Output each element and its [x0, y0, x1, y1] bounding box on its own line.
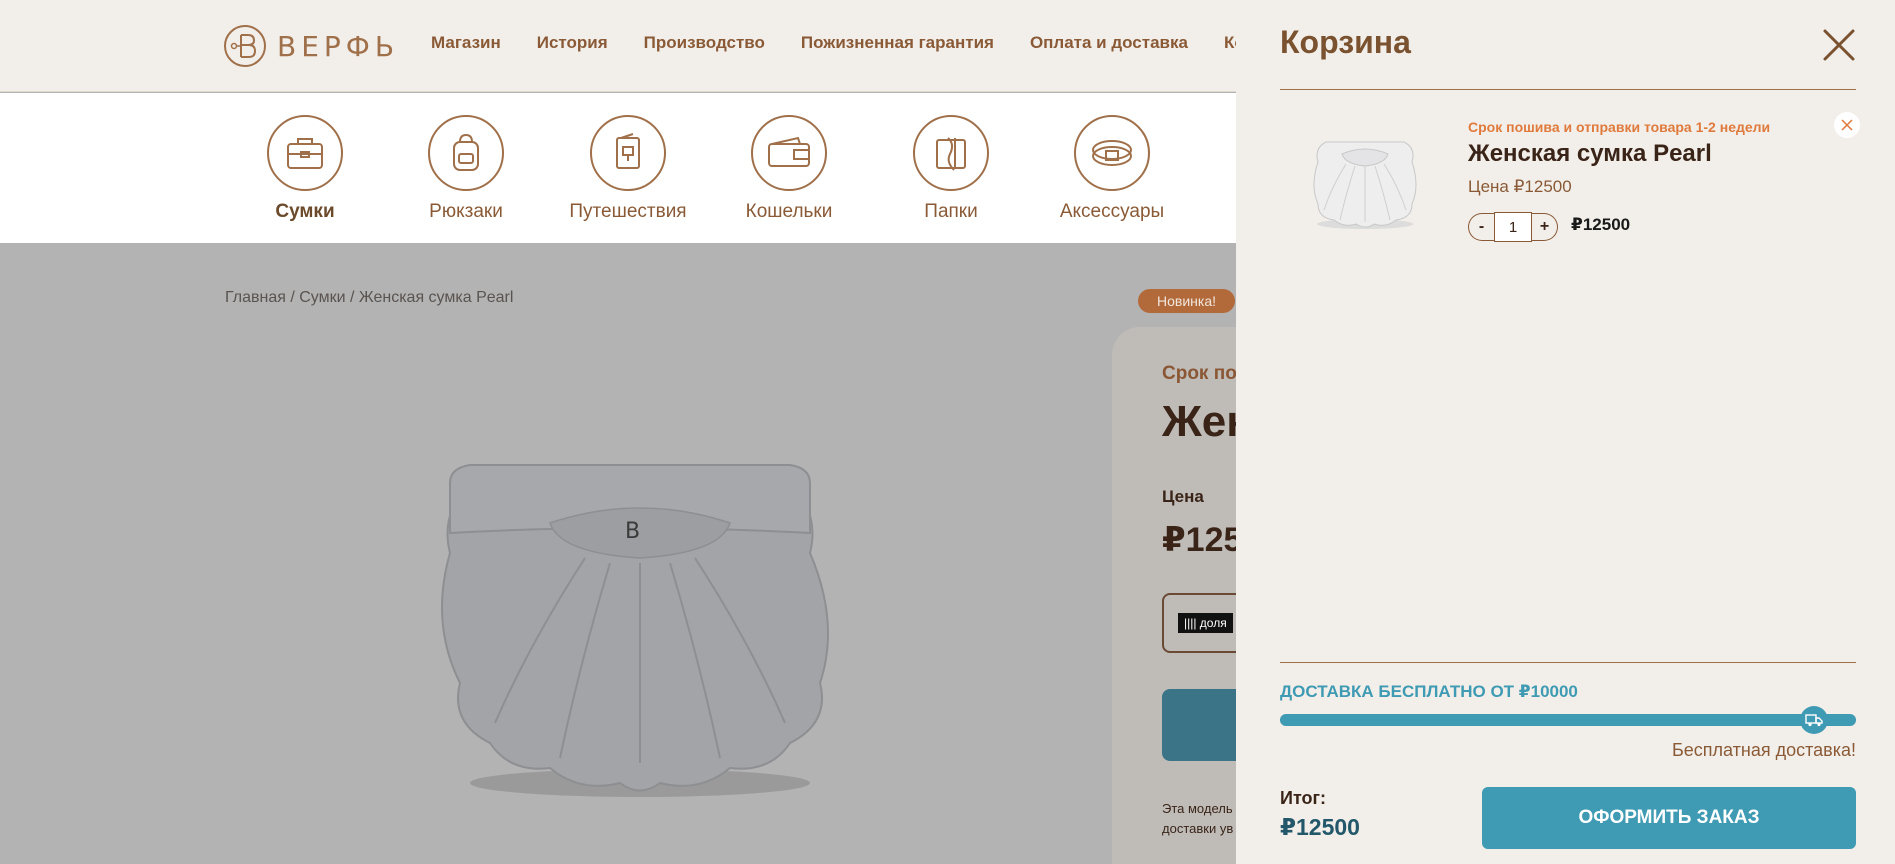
category-label: Папки [924, 201, 978, 222]
price-label: Цена [1162, 487, 1204, 506]
nav-shop[interactable]: Магазин [431, 33, 501, 53]
free-shipping-threshold: ДОСТАВКА БЕСПЛАТНО ОТ ₽10000 [1280, 682, 1578, 701]
shipping-progress-bar [1280, 714, 1856, 726]
cart-drawer: Корзина Срок пошива и отправки товара 1-… [1236, 0, 1895, 864]
product-note: Эта модель доставки ув [1162, 799, 1233, 839]
cart-item-thumbnail[interactable] [1300, 124, 1430, 234]
category-backpacks[interactable]: Рюкзаки [396, 115, 536, 223]
nav-warranty[interactable]: Пожизненная гарантия [801, 33, 994, 53]
product-image: B [441, 464, 829, 797]
quantity-stepper: - + [1468, 212, 1558, 242]
free-shipping-message: Бесплатная доставка! [1671, 740, 1856, 760]
svg-text:B: B [625, 519, 640, 544]
bag-icon [267, 115, 343, 191]
belt-icon [1074, 115, 1150, 191]
nav-history[interactable]: История [537, 33, 608, 53]
nav-production[interactable]: Производство [644, 33, 765, 53]
category-accessories[interactable]: Аксессуары [1042, 115, 1182, 223]
new-badge: Новинка! [1138, 289, 1235, 313]
cart-item-price: Цена ₽12500 [1468, 177, 1572, 196]
cart-item-name[interactable]: Женская сумка Pearl [1468, 140, 1712, 168]
dolyami-logo: |||| доля [1178, 613, 1233, 633]
close-icon [1841, 119, 1853, 131]
breadcrumb[interactable]: Главная / Сумки / Женская сумка Pearl [225, 289, 513, 307]
category-label: Аксессуары [1059, 201, 1165, 222]
divider [1280, 89, 1856, 90]
category-folders[interactable]: Папки [881, 115, 1021, 223]
quantity-input[interactable] [1494, 212, 1532, 242]
truck-icon [1800, 706, 1828, 734]
product-note-line: Эта модель [1162, 801, 1233, 816]
cart-title: Корзина [1280, 24, 1411, 60]
site-logo[interactable]: ВЕРФЬ [223, 24, 399, 68]
total-value: ₽12500 [1280, 814, 1360, 840]
logo-text: ВЕРФЬ [277, 29, 400, 63]
product-price: ₽125 [1162, 521, 1243, 559]
category-bags[interactable]: Сумки [235, 115, 375, 223]
shipping-progress-fill [1280, 714, 1856, 726]
remove-item-button[interactable] [1834, 112, 1860, 138]
category-label: Путешествия [569, 201, 687, 222]
logo-mark-icon [224, 25, 266, 67]
nav-payment-delivery[interactable]: Оплата и доставка [1030, 33, 1188, 53]
folder-icon [913, 115, 989, 191]
total-label: Итог: [1280, 788, 1327, 808]
quantity-increase-button[interactable]: + [1532, 213, 1558, 241]
main-nav: Магазин История Производство Пожизненная… [431, 33, 1245, 53]
category-wallets[interactable]: Кошельки [719, 115, 859, 223]
close-icon[interactable] [1822, 28, 1856, 62]
category-travel[interactable]: Путешествия [558, 115, 698, 223]
cart-item-shipping-note: Срок пошива и отправки товара 1-2 недели [1468, 119, 1771, 135]
quantity-decrease-button[interactable]: - [1468, 213, 1494, 241]
checkout-button[interactable]: ОФОРМИТЬ ЗАКАЗ [1482, 787, 1856, 849]
divider [1280, 662, 1856, 663]
category-label: Кошельки [745, 201, 833, 222]
cart-item-total: ₽12500 [1571, 215, 1631, 234]
product-note-line: доставки ув [1162, 821, 1234, 836]
backpack-icon [428, 115, 504, 191]
wallet-icon [751, 115, 827, 191]
category-label: Рюкзаки [429, 201, 503, 222]
passport-icon [590, 115, 666, 191]
category-label: Сумки [275, 201, 335, 222]
